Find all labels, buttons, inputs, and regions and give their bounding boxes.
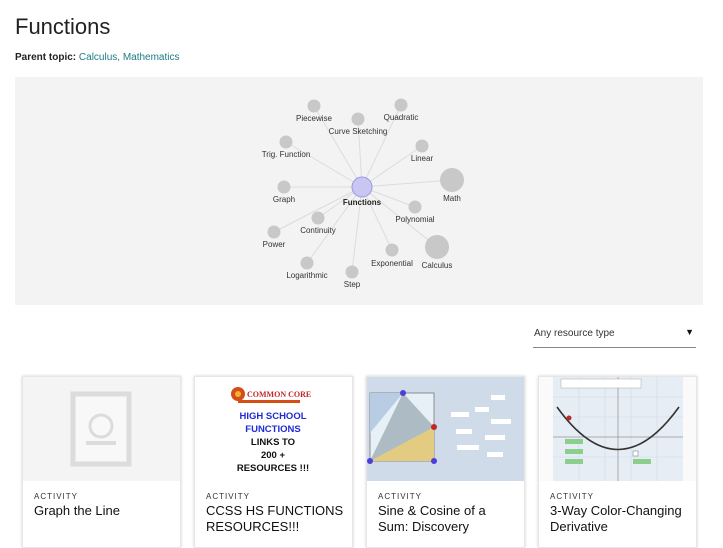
node-polynomial [408,200,422,214]
card-title[interactable]: CCSS HS FUNCTIONS RESOURCES!!! [206,503,346,535]
parent-topic-links[interactable]: Calculus, Mathematics [79,52,180,63]
node-quadratic [394,98,408,112]
svg-text:RESOURCES !!!: RESOURCES !!! [237,463,309,474]
parent-topic-label: Parent topic: [15,52,77,63]
svg-text:Math: Math [443,194,461,203]
node-trig-function [279,135,293,149]
resource-type-value: Any resource type [534,328,615,339]
svg-text:Quadratic: Quadratic [384,113,419,122]
node-math [440,168,464,192]
node-logarithmic [300,256,314,270]
svg-text:Polynomial: Polynomial [395,215,434,224]
svg-text:Piecewise: Piecewise [296,114,333,123]
node-linear [415,139,429,153]
page-title: Functions [15,14,111,39]
topic-graph[interactable]: Functions Piecewise Curve Sketching Quad… [15,77,703,305]
common-core-banner-image: COMMON CORE HIGH SCHOOL FUNCTIONS LINKS … [231,387,311,474]
node-power [267,225,281,239]
resource-card[interactable]: ACTIVITY Graph the Line [22,376,181,548]
svg-text:Continuity: Continuity [300,226,336,235]
topic-graph-svg: Functions Piecewise Curve Sketching Quad… [262,98,464,289]
svg-text:FUNCTIONS: FUNCTIONS [245,424,300,435]
svg-text:Exponential: Exponential [371,259,413,268]
card-title[interactable]: Graph the Line [34,503,174,519]
parabola-applet-image [539,377,696,481]
geometry-applet-image [367,377,524,481]
card-thumbnail: COMMON CORE HIGH SCHOOL FUNCTIONS LINKS … [195,377,352,481]
svg-text:Trig. Function: Trig. Function [262,150,311,159]
svg-text:Calculus: Calculus [422,261,453,270]
resource-card[interactable]: ACTIVITY Sine & Cosine of a Sum: Discove… [366,376,525,548]
card-kind: ACTIVITY [34,492,79,501]
node-graph [277,180,291,194]
svg-text:Graph: Graph [273,195,295,204]
svg-text:COMMON CORE: COMMON CORE [247,390,311,399]
resource-card[interactable]: COMMON CORE HIGH SCHOOL FUNCTIONS LINKS … [194,376,353,548]
card-title[interactable]: Sine & Cosine of a Sum: Discovery [378,503,518,535]
resource-type-select[interactable]: Any resource type ▼ [533,322,696,348]
node-piecewise [307,99,321,113]
document-placeholder-icon [70,391,132,467]
svg-text:Power: Power [263,240,286,249]
svg-text:200 +: 200 + [261,450,285,461]
card-thumbnail [367,377,524,481]
node-functions-center [351,176,373,198]
card-kind: ACTIVITY [550,492,595,501]
svg-text:HIGH SCHOOL: HIGH SCHOOL [239,411,306,422]
svg-text:Logarithmic: Logarithmic [286,271,327,280]
svg-text:LINKS TO: LINKS TO [251,437,295,448]
card-kind: ACTIVITY [206,492,251,501]
card-kind: ACTIVITY [378,492,423,501]
svg-text:Linear: Linear [411,154,434,163]
node-exponential [385,243,399,257]
node-continuity [311,211,325,225]
svg-text:Step: Step [344,280,361,289]
node-step [345,265,359,279]
center-label: Functions [343,198,382,207]
card-title[interactable]: 3-Way Color-Changing Derivative [550,503,690,535]
node-calculus [425,235,449,259]
parent-topic: Parent topic: Calculus, Mathematics [15,52,180,63]
node-curve-sketching [351,112,365,126]
card-thumbnail [539,377,696,481]
resource-card[interactable]: ACTIVITY 3-Way Color-Changing Derivative [538,376,697,548]
dropdown-arrow-icon: ▼ [685,327,694,337]
svg-text:Curve Sketching: Curve Sketching [329,127,388,136]
card-thumbnail [23,377,180,481]
